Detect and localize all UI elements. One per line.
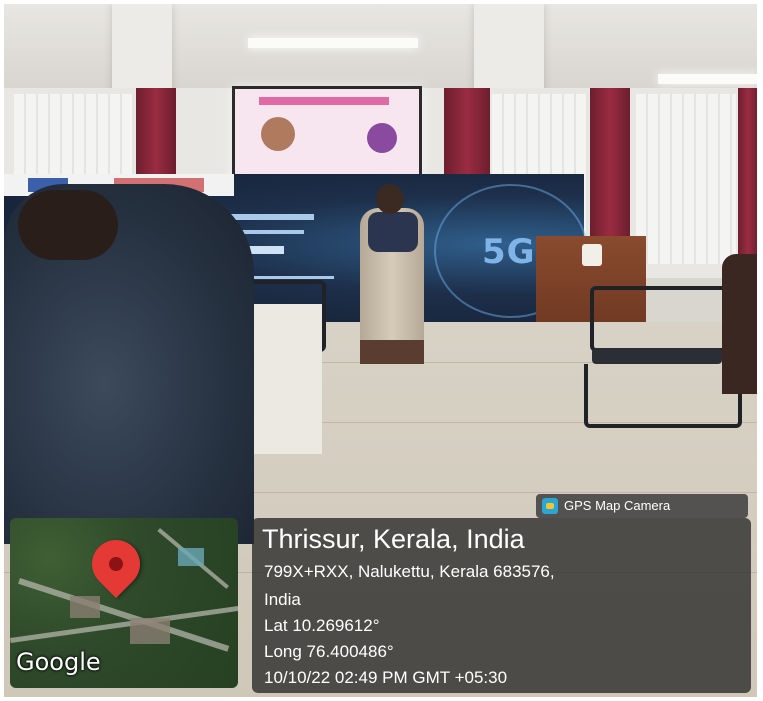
- ceiling-light: [248, 38, 418, 48]
- location-info-panel: Thrissur, Kerala, India 799X+RXX, Naluke…: [252, 518, 751, 693]
- saree-border: [360, 340, 424, 364]
- gps-camera-badge: GPS Map Camera: [536, 494, 748, 518]
- latitude-label: Lat 10.269612°: [264, 616, 380, 635]
- speaker-blouse: [368, 212, 418, 252]
- address-line-2: India: [264, 590, 301, 609]
- chair-legs: [584, 364, 742, 428]
- curtain: [738, 88, 757, 278]
- chair-seat: [592, 348, 722, 364]
- map-brand-label: Google: [16, 648, 101, 676]
- chair: [590, 286, 738, 352]
- speaker-head: [376, 184, 404, 214]
- location-title: Thrissur, Kerala, India: [262, 524, 525, 554]
- window-blind: [636, 94, 736, 264]
- badge-label: GPS Map Camera: [564, 498, 671, 513]
- audience-member-right: [722, 254, 757, 394]
- map-building: [130, 618, 170, 644]
- address-line-1: 799X+RXX, Nalukettu, Kerala 683576,: [264, 562, 555, 581]
- camera-app-icon: [542, 498, 558, 514]
- ceiling-light: [658, 74, 757, 84]
- longitude-label: Long 76.400486°: [264, 642, 394, 661]
- location-pin-dot: [109, 557, 123, 571]
- projection-screen: [232, 86, 422, 186]
- map-thumbnail: Google: [10, 518, 238, 688]
- audience-member-head: [18, 190, 118, 260]
- map-building: [70, 596, 100, 618]
- map-building: [178, 548, 204, 566]
- datetime-label: 10/10/22 02:49 PM GMT +05:30: [264, 668, 508, 687]
